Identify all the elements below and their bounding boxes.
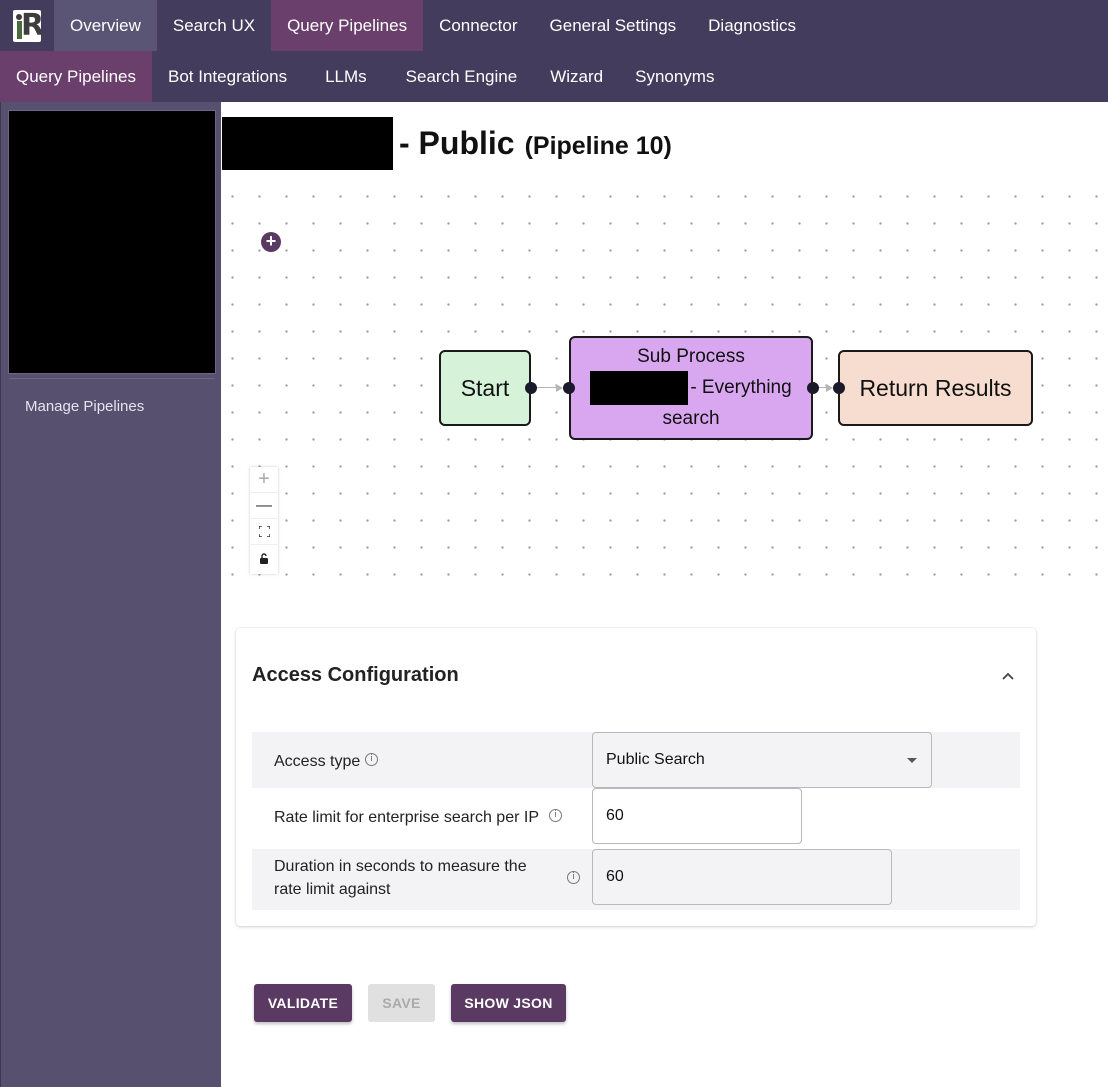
start-node[interactable]: Start <box>439 350 531 426</box>
info-icon[interactable]: i <box>567 871 580 884</box>
title-redacted-block <box>222 116 393 170</box>
subtab-wizard[interactable]: Wizard <box>534 51 619 102</box>
access-type-label: Access type <box>274 753 361 770</box>
duration-label-line2: rate limit against <box>274 881 391 898</box>
tab-search-ux[interactable]: Search UX <box>157 0 271 51</box>
zoom-in-button[interactable]: + <box>250 467 278 493</box>
subtab-search-engine[interactable]: Search Engine <box>389 51 535 102</box>
chevron-up-icon[interactable] <box>1000 668 1016 684</box>
sub-navigation: Query Pipelines Bot Integrations LLMs Se… <box>0 51 1108 102</box>
zoom-out-button[interactable]: — <box>250 493 278 519</box>
save-button[interactable]: SAVE <box>368 984 435 1022</box>
sub-process-name-end: search <box>662 408 720 429</box>
page-title-text: - Public <box>399 124 515 161</box>
info-icon[interactable]: i <box>365 753 378 766</box>
tab-overview[interactable]: Overview <box>54 0 157 51</box>
rate-limit-value: 60 <box>606 807 624 824</box>
fit-view-button[interactable] <box>250 519 278 545</box>
show-json-button[interactable]: SHOW JSON <box>451 984 566 1022</box>
sidebar-divider <box>9 378 215 379</box>
sub-process-title: Sub Process <box>637 346 745 367</box>
tab-general-settings[interactable]: General Settings <box>534 0 693 51</box>
sub-process-name: - Everything <box>590 371 792 405</box>
subtab-bot-integrations[interactable]: Bot Integrations <box>152 51 303 102</box>
return-results-node[interactable]: Return Results <box>838 350 1033 426</box>
manage-pipelines-link[interactable]: Manage Pipelines <box>25 398 144 415</box>
app-logo[interactable]: R <box>0 0 54 51</box>
sub-input-port[interactable] <box>563 382 575 394</box>
access-type-value: Public Search <box>606 751 705 768</box>
duration-input[interactable]: 60 <box>592 849 892 905</box>
sub-process-name-text: - Everything <box>690 377 792 398</box>
rate-limit-input[interactable]: 60 <box>592 788 802 844</box>
validate-button[interactable]: VALIDATE <box>254 984 352 1022</box>
sidebar: Manage Pipelines <box>0 102 221 1087</box>
subtab-llms[interactable]: LLMs <box>303 51 389 102</box>
return-results-label: Return Results <box>859 374 1012 401</box>
tab-connector[interactable]: Connector <box>423 0 533 51</box>
return-input-port[interactable] <box>833 382 845 394</box>
duration-value: 60 <box>606 868 624 885</box>
access-configuration-panel: Access Configuration Access type i Publi… <box>236 628 1036 926</box>
top-navigation: R Overview Search UX Query Pipelines Con… <box>0 0 1108 51</box>
pipeline-preview-redacted <box>8 110 216 374</box>
rate-limit-row: Rate limit for enterprise search per IP … <box>252 788 1020 844</box>
duration-row: Duration in seconds to measure the rate … <box>252 849 1020 910</box>
sub-process-redacted-block <box>590 371 689 405</box>
canvas-controls: + — <box>250 467 278 574</box>
edge-arrow-start-sub <box>556 384 563 392</box>
tab-diagnostics[interactable]: Diagnostics <box>692 0 812 51</box>
pipeline-number: (Pipeline 10) <box>524 131 672 160</box>
access-type-select[interactable]: Public Search <box>592 732 932 788</box>
sub-output-port[interactable] <box>807 382 819 394</box>
page-title: - Public (Pipeline 10) <box>222 116 672 170</box>
info-icon[interactable]: i <box>549 809 562 822</box>
access-type-row: Access type i Public Search <box>252 732 1020 788</box>
subtab-query-pipelines[interactable]: Query Pipelines <box>0 51 153 102</box>
dropdown-arrow-icon <box>907 758 917 763</box>
fit-view-icon <box>258 526 270 537</box>
edge-arrow-sub-return <box>826 384 833 392</box>
logo-icon: R <box>13 9 41 42</box>
lock-button[interactable] <box>250 545 278 571</box>
unlock-icon <box>260 552 268 564</box>
start-node-label: Start <box>460 374 510 401</box>
add-node-icon[interactable]: + <box>261 232 281 252</box>
subtab-synonyms[interactable]: Synonyms <box>619 51 730 102</box>
start-output-port[interactable] <box>525 382 537 394</box>
tab-query-pipelines[interactable]: Query Pipelines <box>271 0 424 51</box>
sub-process-node[interactable]: Sub Process - Everything search <box>569 336 813 440</box>
rate-limit-label: Rate limit for enterprise search per IP <box>274 809 539 826</box>
access-configuration-title: Access Configuration <box>252 664 459 686</box>
duration-label-line1: Duration in seconds to measure the <box>274 858 527 875</box>
